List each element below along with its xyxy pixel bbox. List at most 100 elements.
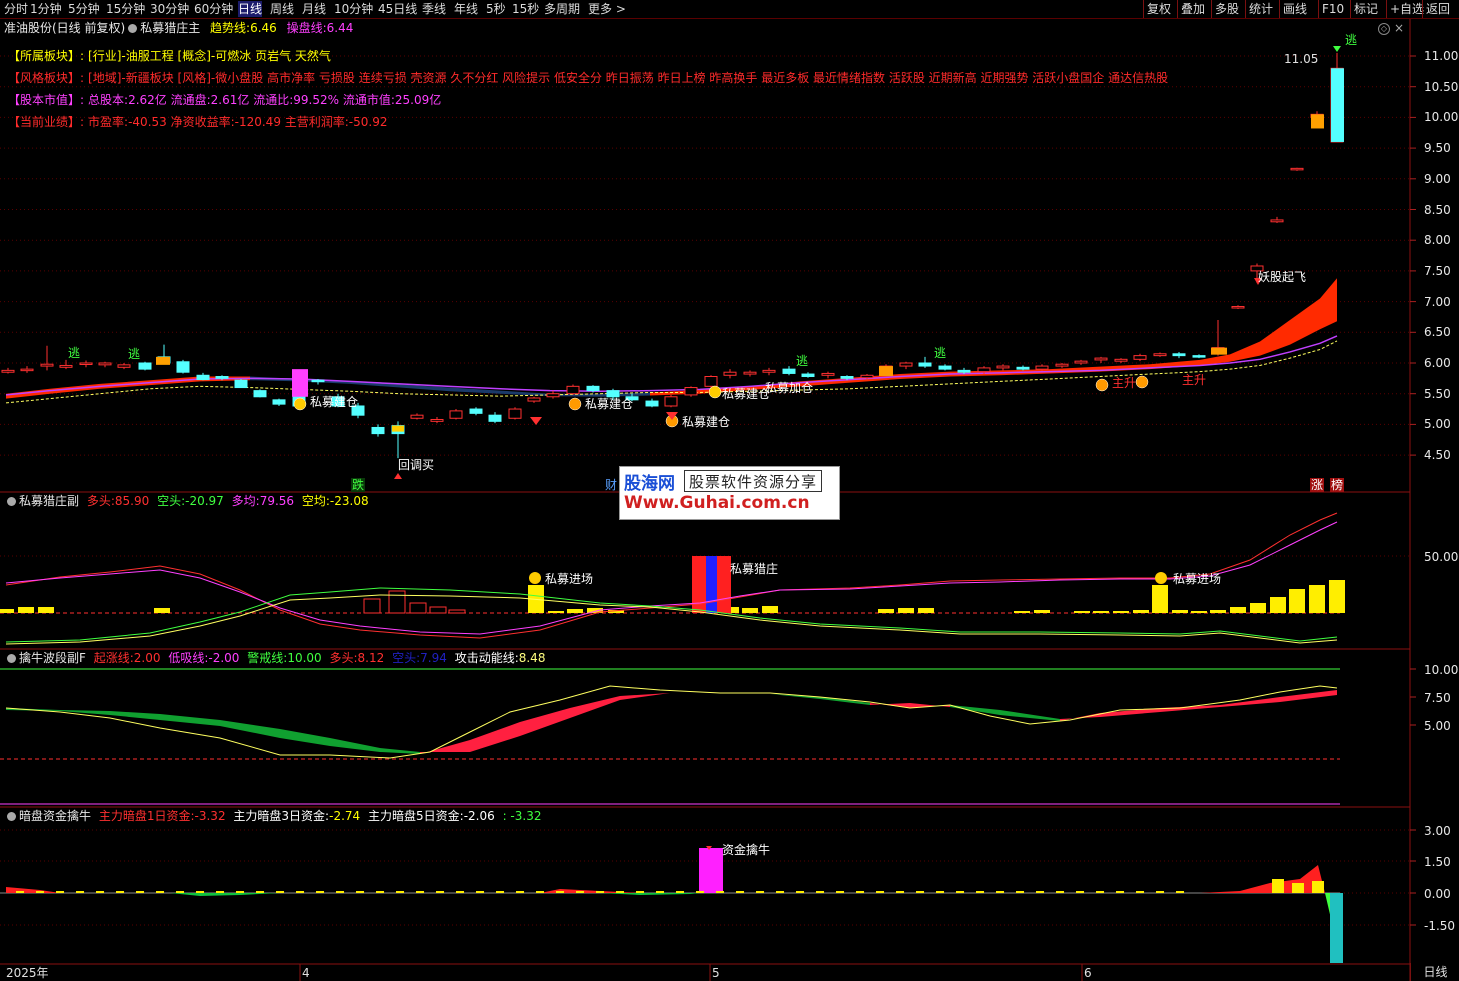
toolbar-button[interactable]: 复权	[1143, 0, 1174, 18]
candle-body	[743, 371, 757, 375]
gear-icon[interactable]	[128, 24, 138, 33]
diamond-icon	[530, 417, 542, 425]
p2-bar	[448, 609, 466, 614]
main-panel-title: 准油股份(日线 前复权) 私募猎庄主 趋势线:6.46 操盘线:6.44	[4, 21, 353, 35]
period-tab[interactable]: 月线	[302, 1, 326, 17]
main-y-tick: 8.50	[1424, 202, 1451, 217]
period-tab[interactable]: 年线	[454, 1, 478, 17]
period-tab[interactable]: 5秒	[486, 1, 506, 17]
highlight-candle	[156, 356, 170, 365]
period-tab[interactable]: 日线	[238, 1, 263, 17]
toolbar-button[interactable]: +自选	[1386, 0, 1427, 18]
panel3-y-tick: 10.00	[1424, 663, 1459, 677]
p4-small-bar	[816, 891, 824, 893]
toolbar-button[interactable]: F10	[1318, 0, 1347, 18]
candle-body	[801, 373, 815, 378]
indicator-name: 私募猎庄主	[140, 21, 201, 35]
p2-bar	[363, 598, 381, 614]
candle-body	[1153, 353, 1167, 357]
candle-body	[1290, 167, 1304, 171]
p2-bar	[1309, 585, 1325, 613]
p2-bar	[429, 606, 447, 614]
period-tab[interactable]: 周线	[270, 1, 294, 17]
sell-arrow-icon	[1333, 46, 1341, 52]
candle-body	[1114, 358, 1128, 362]
period-tab[interactable]: 更多 >	[588, 1, 626, 17]
p2-bull-line	[5, 512, 1338, 639]
period-tab[interactable]: 30分钟	[150, 1, 189, 17]
p2-bar	[1210, 610, 1226, 613]
p4-small-bar	[476, 891, 484, 893]
p4-small-bar	[1016, 891, 1024, 893]
gear-icon[interactable]	[7, 497, 16, 506]
close-icon[interactable]: ×	[1394, 22, 1404, 34]
p4-area	[600, 893, 700, 895]
period-status[interactable]: 日线	[1410, 963, 1459, 981]
period-tab[interactable]: 60分钟	[194, 1, 233, 17]
p2-bar	[1172, 610, 1188, 613]
toolbar-button[interactable]: 标记	[1350, 0, 1381, 18]
p4-small-bar	[376, 891, 384, 893]
p3-duo-value: 8.12	[357, 651, 385, 665]
toolbar-button[interactable]: 返回	[1422, 0, 1453, 18]
p4-small-bar	[56, 891, 64, 893]
period-tab[interactable]: 1分钟	[30, 1, 62, 17]
p4-small-bar	[636, 891, 644, 893]
period-tab[interactable]: 10分钟	[334, 1, 373, 17]
period-tab[interactable]: 15秒	[512, 1, 539, 17]
candle-body	[215, 376, 229, 379]
candle-body	[234, 379, 248, 389]
p2-bar	[1152, 585, 1168, 613]
d5-label: 主力暗盘5日资金:	[368, 809, 464, 823]
p4-small-bar	[136, 891, 144, 893]
p4-small-bar	[796, 891, 804, 893]
highlight-candle	[1211, 347, 1227, 355]
main-y-tick: 4.50	[1424, 448, 1451, 463]
escape-label-2: 逃	[128, 347, 141, 361]
control-value: 6.44	[326, 21, 354, 35]
p2-bar	[878, 609, 894, 613]
period-tab[interactable]: 5分钟	[68, 1, 100, 17]
candle-body	[40, 363, 54, 367]
p2-bar	[1250, 603, 1266, 613]
main-y-tick: 10.00	[1424, 110, 1459, 125]
panel4-y-tick: -1.50	[1424, 919, 1456, 933]
candle-body	[645, 400, 659, 407]
toolbar-button[interactable]: 多股	[1211, 0, 1242, 18]
p3-band	[220, 720, 280, 738]
period-tab[interactable]: 季线	[422, 1, 446, 17]
atk-label: 攻击动能线:	[454, 651, 519, 665]
candle-body	[79, 362, 93, 365]
toolbar-button[interactable]: 叠加	[1177, 0, 1208, 18]
gear-icon[interactable]	[7, 654, 16, 663]
d1-value: -3.32	[194, 809, 226, 823]
period-tab[interactable]: 45日线	[378, 1, 417, 17]
escape-label-5: 逃	[1345, 33, 1358, 47]
period-tab[interactable]: 分时	[4, 1, 28, 17]
duojun-label: 多均:	[231, 494, 260, 508]
period-tab[interactable]: 多周期	[544, 1, 580, 17]
p4-small-bar	[16, 891, 24, 893]
p2-bar	[918, 608, 934, 613]
toolbar-button[interactable]: 统计	[1245, 0, 1276, 18]
p4-area	[1200, 865, 1325, 893]
toolbar-button[interactable]: 画线	[1279, 0, 1310, 18]
candle-body	[449, 410, 463, 419]
info-text: 总股本:2.62亿 流通盘:2.61亿 流通比:99.52% 流通市值:25.0…	[88, 93, 442, 107]
candle-body	[98, 362, 112, 366]
main-up-label-2: 主升	[1182, 373, 1207, 387]
gear-icon[interactable]	[7, 812, 16, 821]
candle-body	[664, 396, 678, 407]
panel4-y-tick: 1.50	[1424, 855, 1451, 869]
highlight-candle	[1311, 114, 1324, 129]
panel4-title: 暗盘资金擒牛 主力暗盘1日资金:-3.32 主力暗盘3日资金:-2.74 主力暗…	[4, 809, 541, 823]
period-tab[interactable]: 15分钟	[106, 1, 145, 17]
trend-label: 趋势线:	[210, 21, 251, 35]
p4-small-bar	[996, 891, 1004, 893]
p2-bar	[1133, 610, 1149, 613]
candle-body	[138, 362, 152, 370]
collapse-icon[interactable]: ◇	[1378, 23, 1390, 35]
p3-duo-label: 多头:	[329, 651, 358, 665]
sm-build-label-3: 私募建仓	[682, 415, 731, 429]
p4-small-bar	[176, 891, 184, 893]
